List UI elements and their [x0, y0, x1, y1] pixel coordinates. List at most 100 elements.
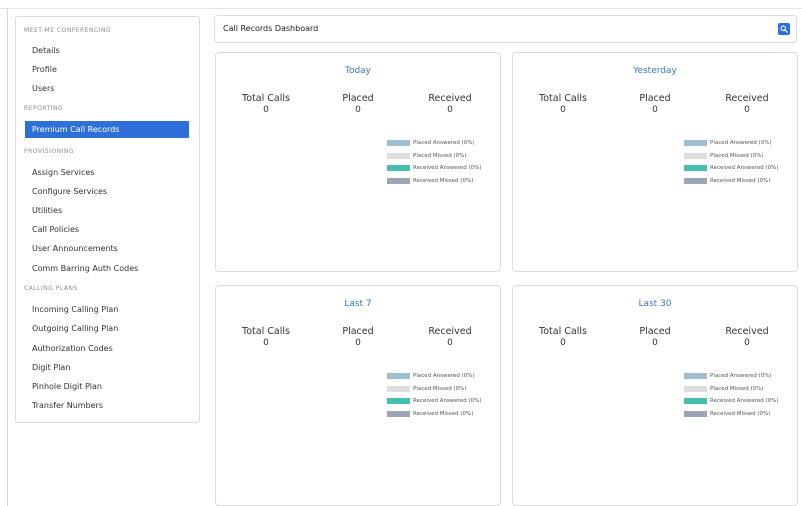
- stat-value: 0: [355, 338, 361, 348]
- sidebar-item-user-announcements[interactable]: User Announcements: [32, 244, 118, 253]
- chart-legend: Placed Answered (0%) Placed Missed (0%) Re…: [387, 137, 482, 187]
- sidebar-item-digit-plan[interactable]: Digit Plan: [32, 363, 70, 372]
- stat-placed: Placed 0: [620, 93, 690, 115]
- stat-value: 0: [447, 105, 453, 115]
- legend-swatch: [684, 410, 707, 417]
- stat-received: Received 0: [712, 93, 782, 115]
- legend-item: Placed Missed (0%): [387, 150, 482, 163]
- sidebar-item-incoming-calling-plan[interactable]: Incoming Calling Plan: [32, 305, 118, 314]
- stat-received: Received 0: [415, 93, 485, 115]
- legend-item: Placed Missed (0%): [684, 150, 779, 163]
- legend-item: Received Answered (0%): [684, 162, 779, 175]
- chart-legend: Placed Answered (0%) Placed Missed (0%) Re…: [684, 137, 779, 187]
- legend-item: Received Answered (0%): [387, 395, 482, 408]
- legend-label: Placed Answered (0%): [710, 373, 772, 380]
- stat-received: Received 0: [415, 326, 485, 348]
- stat-label: Placed: [639, 326, 671, 337]
- stat-label: Placed: [342, 326, 374, 337]
- legend-swatch: [387, 398, 410, 405]
- legend-label: Placed Answered (0%): [413, 373, 475, 380]
- stat-value: 0: [263, 338, 269, 348]
- section-heading-calling-plans: CALLING PLANS: [24, 285, 78, 292]
- stat-value: 0: [744, 105, 750, 115]
- page-title: Call Records Dashboard: [223, 24, 319, 33]
- sidebar-item-comm-barring-auth-codes[interactable]: Comm Barring Auth Codes: [32, 264, 138, 273]
- sidebar-item-authorization-codes[interactable]: Authorization Codes: [32, 344, 113, 353]
- stat-placed: Placed 0: [620, 326, 690, 348]
- sidebar-item-profile[interactable]: Profile: [32, 65, 57, 74]
- sidebar-item-configure-services[interactable]: Configure Services: [32, 187, 107, 196]
- stat-total-calls: Total Calls 0: [231, 326, 301, 348]
- legend-label: Received Answered (0%): [710, 398, 779, 405]
- legend-swatch: [684, 373, 707, 380]
- legend-swatch: [387, 373, 410, 380]
- sidebar-item-details[interactable]: Details: [32, 46, 60, 55]
- stat-value: 0: [355, 105, 361, 115]
- legend-swatch: [387, 177, 410, 184]
- stats-card-yesterday: Yesterday Total Calls 0 Placed 0 Receive…: [512, 52, 798, 272]
- stat-total-calls: Total Calls 0: [528, 326, 598, 348]
- search-icon: [780, 25, 788, 33]
- legend-label: Received Answered (0%): [413, 398, 482, 405]
- stat-label: Total Calls: [539, 326, 587, 337]
- card-title: Last 30: [638, 299, 672, 309]
- section-heading-provisioning: PROVISIONING: [24, 148, 74, 155]
- stat-value: 0: [560, 338, 566, 348]
- legend-label: Received Missed (0%): [710, 410, 771, 417]
- legend-label: Placed Missed (0%): [413, 152, 467, 159]
- legend-label: Received Missed (0%): [413, 177, 474, 184]
- legend-label: Placed Missed (0%): [710, 152, 764, 159]
- sidebar-item-outgoing-calling-plan[interactable]: Outgoing Calling Plan: [32, 324, 118, 333]
- legend-item: Placed Answered (0%): [684, 370, 779, 383]
- legend-label: Received Answered (0%): [413, 165, 482, 172]
- legend-swatch: [684, 177, 707, 184]
- stat-total-calls: Total Calls 0: [528, 93, 598, 115]
- legend-item: Received Missed (0%): [387, 408, 482, 421]
- legend-label: Placed Missed (0%): [710, 385, 764, 392]
- stat-label: Total Calls: [539, 93, 587, 104]
- legend-item: Placed Missed (0%): [387, 383, 482, 396]
- legend-label: Received Missed (0%): [413, 410, 474, 417]
- stat-value: 0: [560, 105, 566, 115]
- legend-swatch: [387, 410, 410, 417]
- legend-label: Placed Missed (0%): [413, 385, 467, 392]
- legend-item: Placed Answered (0%): [387, 370, 482, 383]
- window-left-edge: [7, 8, 8, 506]
- legend-swatch: [684, 152, 707, 159]
- stat-value: 0: [652, 105, 658, 115]
- section-heading-meet-me: MEET-ME CONFERENCING: [24, 27, 112, 34]
- legend-swatch: [684, 140, 707, 147]
- legend-swatch: [387, 152, 410, 159]
- sidebar-item-assign-services[interactable]: Assign Services: [32, 168, 94, 177]
- stat-received: Received 0: [712, 326, 782, 348]
- stat-label: Total Calls: [242, 93, 290, 104]
- legend-item: Received Missed (0%): [684, 175, 779, 188]
- legend-item: Placed Missed (0%): [684, 383, 779, 396]
- stats-card-last-30: Last 30 Total Calls 0 Placed 0 Received …: [512, 285, 798, 506]
- stats-card-today: Today Total Calls 0 Placed 0 Received 0 …: [215, 52, 501, 272]
- legend-swatch: [684, 385, 707, 392]
- sidebar-item-pinhole-digit-plan[interactable]: Pinhole Digit Plan: [32, 382, 102, 391]
- sidebar-item-call-policies[interactable]: Call Policies: [32, 225, 79, 234]
- stat-label: Received: [725, 326, 769, 337]
- legend-item: Received Answered (0%): [387, 162, 482, 175]
- sidebar-item-users[interactable]: Users: [32, 84, 54, 93]
- legend-swatch: [387, 140, 410, 147]
- sidebar-item-utilities[interactable]: Utilities: [32, 206, 62, 215]
- stat-value: 0: [744, 338, 750, 348]
- card-title: Last 7: [344, 299, 372, 309]
- legend-item: Placed Answered (0%): [387, 137, 482, 150]
- window-top-edge: [0, 0, 802, 9]
- sidebar-item-transfer-numbers[interactable]: Transfer Numbers: [32, 401, 103, 410]
- sidebar-nav: MEET-ME CONFERENCING Details Profile Use…: [15, 16, 200, 423]
- legend-label: Placed Answered (0%): [710, 140, 772, 147]
- stat-placed: Placed 0: [323, 326, 393, 348]
- stat-value: 0: [263, 105, 269, 115]
- legend-label: Received Missed (0%): [710, 177, 771, 184]
- legend-item: Received Missed (0%): [387, 175, 482, 188]
- dashboard-header: Call Records Dashboard: [214, 15, 797, 43]
- stat-placed: Placed 0: [323, 93, 393, 115]
- stat-value: 0: [652, 338, 658, 348]
- sidebar-item-premium-call-records[interactable]: Premium Call Records: [25, 121, 189, 138]
- search-button[interactable]: [778, 23, 790, 35]
